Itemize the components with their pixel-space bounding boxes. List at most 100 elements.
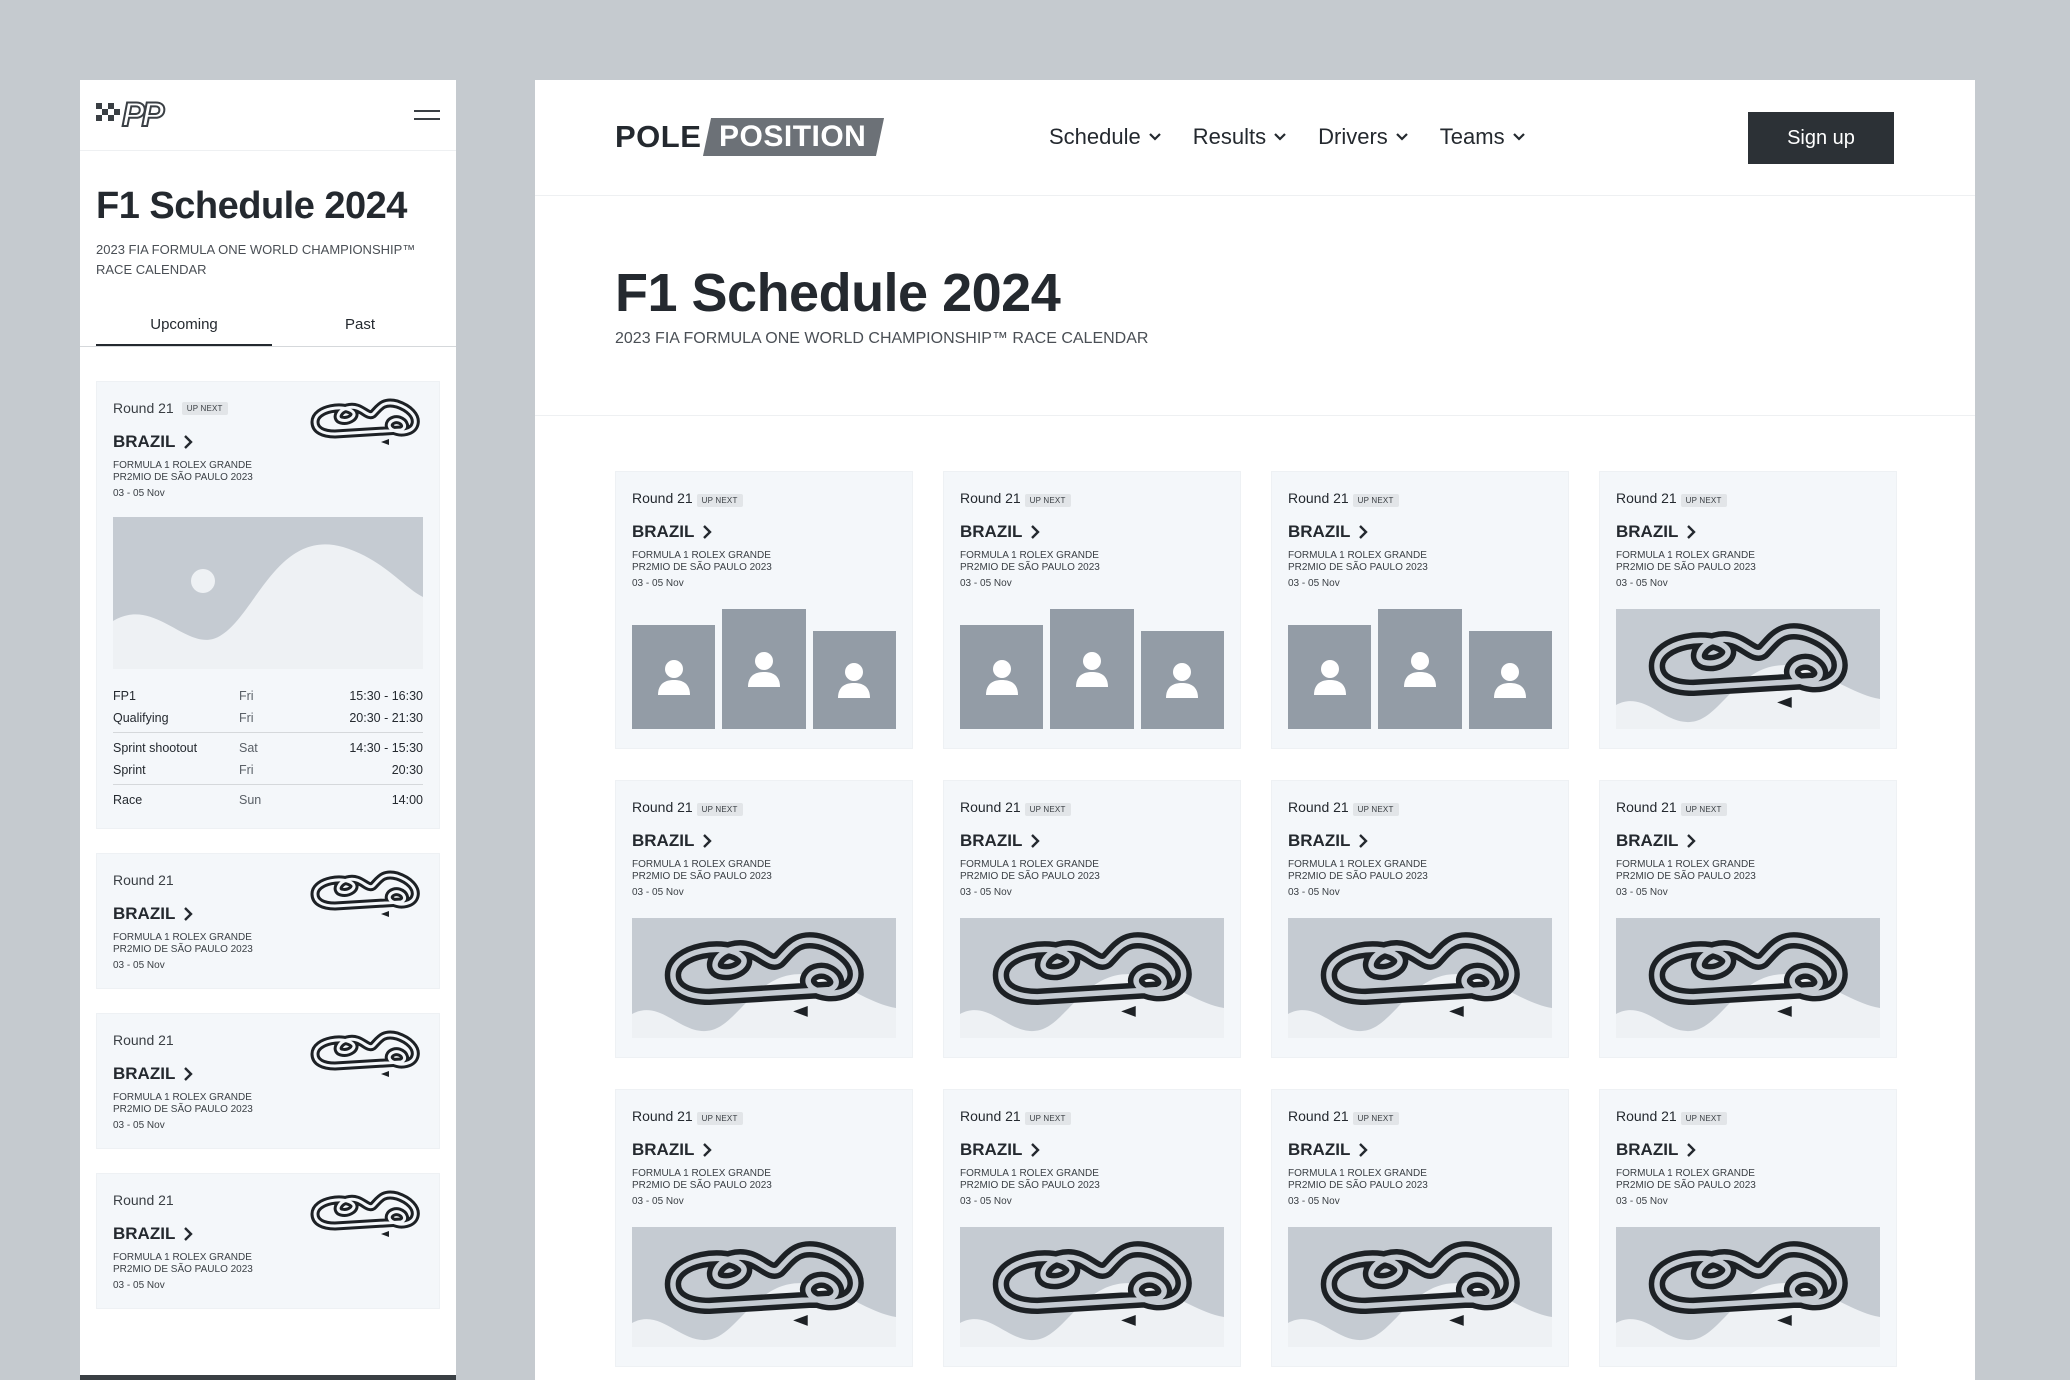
round-label: Round 21 UP NEXT	[1288, 799, 1552, 816]
race-card[interactable]: Round 21 UP NEXT BRAZIL FORMULA 1 ROLEX …	[615, 471, 913, 749]
chevron-down-icon	[1396, 133, 1408, 141]
track-image	[960, 918, 1224, 1038]
race-country-link[interactable]: BRAZIL	[1616, 831, 1880, 851]
race-card[interactable]: Round 21 UP NEXT BRAZIL FORMULA 1 ROLEX …	[1271, 471, 1569, 749]
page-subtitle: 2023 FIA FORMULA ONE WORLD CHAMPIONSHIP™…	[96, 242, 416, 277]
race-date: 03 - 05 Nov	[632, 887, 684, 898]
race-date: 03 - 05 Nov	[113, 1280, 165, 1291]
race-card[interactable]: Round 21 BRAZIL FORMULA 1 ROLEX GRANDE P…	[96, 1013, 440, 1149]
race-card[interactable]: Round 21 UP NEXT BRAZIL FORMULA 1 ROLEX …	[1599, 1089, 1897, 1367]
page-title: F1 Schedule 2024	[615, 263, 1061, 323]
nav-teams[interactable]: Teams	[1440, 124, 1525, 150]
up-next-badge: UP NEXT	[1680, 803, 1727, 816]
session-row: Sprint shootout Sat 14:30 - 15:30	[113, 737, 423, 759]
driver-avatar	[1050, 609, 1134, 729]
race-country-link[interactable]: BRAZIL	[1288, 831, 1552, 851]
race-country-link[interactable]: BRAZIL	[1288, 522, 1552, 542]
round-text: Round 21	[960, 490, 1021, 506]
track-image	[1288, 1227, 1552, 1347]
race-date: 03 - 05 Nov	[960, 1196, 1012, 1207]
round-label: Round 21 UP NEXT	[1616, 1108, 1880, 1125]
track-map-icon	[992, 932, 1192, 1017]
round-text: Round 21	[960, 1108, 1021, 1124]
site-logo[interactable]: POLE POSITION	[615, 118, 885, 156]
session-row: Qualifying Fri 20:30 - 21:30	[113, 707, 423, 729]
signup-button[interactable]: Sign up	[1748, 112, 1894, 164]
round-text: Round 21	[113, 1032, 174, 1048]
page-title: F1 Schedule 2024	[96, 185, 407, 227]
race-country-link[interactable]: BRAZIL	[632, 1140, 896, 1160]
driver-avatar	[1140, 631, 1224, 729]
driver-avatar	[812, 631, 896, 729]
session-day: Fri	[239, 689, 254, 703]
race-date: 03 - 05 Nov	[960, 578, 1012, 589]
up-next-badge: UP NEXT	[1024, 1112, 1071, 1125]
race-card[interactable]: Round 21 UP NEXT BRAZIL FORMULA 1 ROLEX …	[1271, 780, 1569, 1058]
chevron-right-icon	[1359, 1143, 1369, 1157]
round-label: Round 21 UP NEXT	[1616, 490, 1880, 507]
race-card[interactable]: Round 21 BRAZIL FORMULA 1 ROLEX GRANDE P…	[96, 1173, 440, 1309]
nav-results[interactable]: Results	[1193, 124, 1286, 150]
race-country-link[interactable]: BRAZIL	[1616, 1140, 1880, 1160]
race-date: 03 - 05 Nov	[1288, 578, 1340, 589]
driver-photos	[960, 609, 1224, 729]
mobile-logo[interactable]: PP	[96, 97, 165, 133]
schedule-tabs: Upcoming Past	[80, 310, 456, 347]
logo-position: POSITION	[703, 118, 885, 156]
up-next-badge: UP NEXT	[1352, 803, 1399, 816]
country-name: BRAZIL	[113, 432, 176, 451]
user-icon	[657, 660, 690, 695]
race-card[interactable]: Round 21 UP NEXT BRAZIL FORMULA 1 ROLEX …	[1599, 780, 1897, 1058]
race-card[interactable]: Round 21 UP NEXT BRAZIL FORMULA 1 ROLEX …	[1271, 1089, 1569, 1367]
featured-race-card[interactable]: Round 21 UP NEXT BRAZIL FORMULA 1 ROLEX …	[96, 381, 440, 829]
race-name: FORMULA 1 ROLEX GRANDE PR2MIO DE SÃO PAU…	[1288, 1168, 1428, 1191]
race-name: FORMULA 1 ROLEX GRANDE PR2MIO DE SÃO PAU…	[1616, 859, 1756, 882]
hero-section: F1 Schedule 2024 2023 FIA FORMULA ONE WO…	[535, 196, 1975, 416]
tab-past[interactable]: Past	[272, 310, 448, 346]
race-card[interactable]: Round 21 UP NEXT BRAZIL FORMULA 1 ROLEX …	[1599, 471, 1897, 749]
race-card[interactable]: Round 21 UP NEXT BRAZIL FORMULA 1 ROLEX …	[943, 471, 1241, 749]
session-name: Race	[113, 793, 143, 807]
race-card[interactable]: Round 21 UP NEXT BRAZIL FORMULA 1 ROLEX …	[943, 780, 1241, 1058]
chevron-down-icon	[1148, 133, 1161, 141]
race-card[interactable]: Round 21 UP NEXT BRAZIL FORMULA 1 ROLEX …	[615, 780, 913, 1058]
session-schedule-table: FP1 Fri 15:30 - 16:30 Qualifying Fri 20:…	[113, 685, 423, 811]
race-name: FORMULA 1 ROLEX GRANDE PR2MIO DE SÃO PAU…	[1288, 550, 1428, 573]
session-time: 14:00	[391, 793, 423, 807]
race-card[interactable]: Round 21 UP NEXT BRAZIL FORMULA 1 ROLEX …	[943, 1089, 1241, 1367]
chevron-down-icon	[1512, 133, 1525, 141]
track-map-icon	[1320, 932, 1520, 1017]
race-name: FORMULA 1 ROLEX GRANDE PR2MIO DE SÃO PAU…	[960, 1168, 1100, 1191]
race-card[interactable]: Round 21 UP NEXT BRAZIL FORMULA 1 ROLEX …	[615, 1089, 913, 1367]
round-label: Round 21 UP NEXT	[960, 1108, 1224, 1125]
chevron-right-icon	[1359, 834, 1369, 848]
nav-drivers[interactable]: Drivers	[1318, 124, 1408, 150]
user-icon	[1313, 660, 1346, 695]
up-next-badge: UP NEXT	[1024, 803, 1071, 816]
race-country-link[interactable]: BRAZIL	[1288, 1140, 1552, 1160]
session-day: Fri	[239, 711, 254, 725]
race-country-link[interactable]: BRAZIL	[960, 1140, 1224, 1160]
race-card[interactable]: Round 21 BRAZIL FORMULA 1 ROLEX GRANDE P…	[96, 853, 440, 989]
round-text: Round 21	[113, 872, 174, 888]
country-name: BRAZIL	[960, 1140, 1023, 1159]
nav-schedule[interactable]: Schedule	[1049, 124, 1161, 150]
nav-label: Teams	[1439, 124, 1505, 149]
race-country-link[interactable]: BRAZIL	[960, 522, 1224, 542]
driver-avatar	[632, 625, 716, 729]
round-text: Round 21	[1288, 799, 1349, 815]
race-country-link[interactable]: BRAZIL	[632, 831, 896, 851]
race-country-link[interactable]: BRAZIL	[1616, 522, 1880, 542]
country-name: BRAZIL	[1616, 1140, 1679, 1159]
hamburger-icon[interactable]	[414, 108, 440, 122]
tab-upcoming[interactable]: Upcoming	[96, 310, 272, 346]
race-date: 03 - 05 Nov	[1288, 1196, 1340, 1207]
race-country-link[interactable]: BRAZIL	[960, 831, 1224, 851]
round-label: Round 21 UP NEXT	[632, 490, 896, 507]
track-map-icon	[310, 1190, 420, 1237]
driver-avatar	[1288, 625, 1372, 729]
race-country-link[interactable]: BRAZIL	[632, 522, 896, 542]
round-label: Round 21 UP NEXT	[632, 799, 896, 816]
round-label: Round 21 UP NEXT	[632, 1108, 896, 1125]
logo-pole: POLE	[615, 119, 702, 154]
